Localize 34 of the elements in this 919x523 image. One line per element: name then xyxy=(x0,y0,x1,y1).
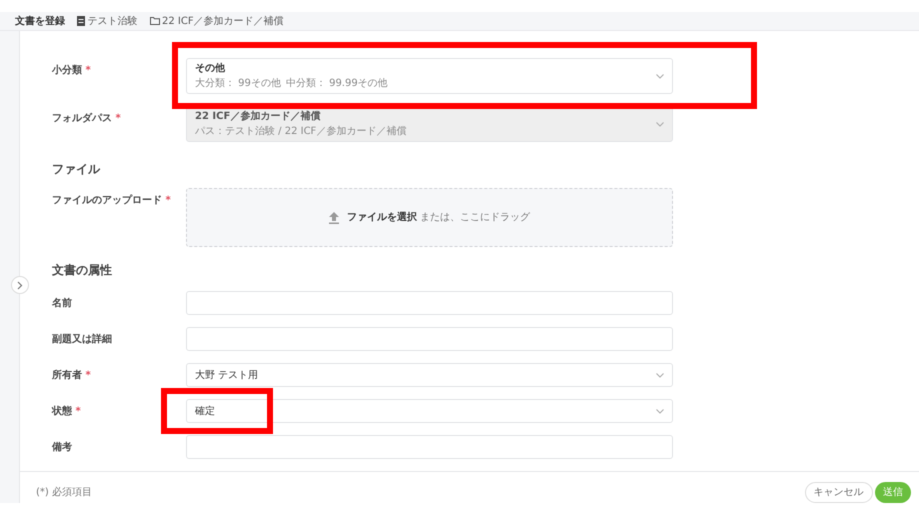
chevron-right-icon xyxy=(17,280,23,290)
breadcrumb-link[interactable]: 22 ICF／参加カード／補償 xyxy=(162,14,284,28)
page-title: 文書を登録 xyxy=(15,14,65,28)
expand-toggle[interactable] xyxy=(11,276,29,294)
upload-instruction: ファイルを選択 または、ここにドラッグ xyxy=(346,210,530,225)
field-label: フォルダパス * xyxy=(52,112,122,126)
breadcrumb-link[interactable]: テスト治験 xyxy=(88,14,138,28)
field-label: 備考 xyxy=(52,440,73,455)
section-heading: ファイル xyxy=(51,161,102,178)
text-input[interactable] xyxy=(186,327,673,351)
section-heading: 文書の属性 xyxy=(51,262,113,279)
upload-icon xyxy=(328,212,339,224)
select-field: 22 ICF／参加カード／補償 パス：テスト治験 / 22 ICF／参加カード／補償 xyxy=(186,106,673,142)
chevron-down-icon xyxy=(656,122,664,126)
document-icon xyxy=(77,16,85,26)
field-label: 状態 * xyxy=(52,404,82,419)
folder-icon xyxy=(150,17,160,25)
file-drop-zone[interactable]: ファイルを選択 または、ここにドラッグ xyxy=(186,188,673,247)
field-label: ファイルのアップロード * xyxy=(52,193,172,208)
text-input[interactable] xyxy=(186,435,673,459)
field-label: 所有者 * xyxy=(52,368,92,383)
field-label: 名前 xyxy=(52,296,73,311)
cancel-button[interactable]: キャンセル xyxy=(804,482,872,503)
field-label: 副題又は詳細 xyxy=(52,332,113,347)
select-field[interactable]: 大野 テスト用 xyxy=(186,363,673,387)
text-input[interactable] xyxy=(186,291,673,315)
select-field[interactable]: 確定 xyxy=(186,399,673,423)
chevron-down-icon xyxy=(656,408,664,414)
field-label: 小分類 * xyxy=(52,64,92,78)
chevron-down-icon xyxy=(656,74,664,78)
chevron-down-icon xyxy=(656,372,664,378)
select-field[interactable]: その他 大分類： 99その他 中分類： 99.99その他 xyxy=(186,58,673,94)
selected-value: 確定 xyxy=(195,406,215,416)
required-note: (*) 必須項目 xyxy=(36,486,92,500)
